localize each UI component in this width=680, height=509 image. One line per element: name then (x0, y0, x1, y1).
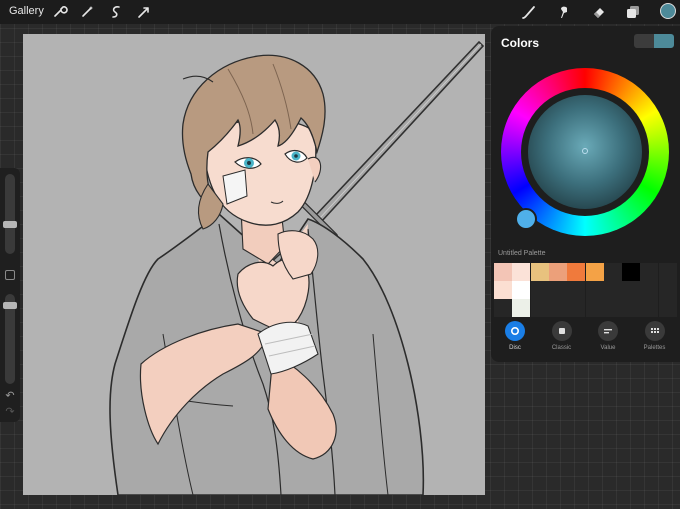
palette-swatch[interactable] (585, 299, 604, 317)
wrench-icon[interactable] (50, 3, 68, 21)
drawing-canvas[interactable] (23, 34, 485, 495)
tab-label: Value (600, 345, 616, 351)
opacity-slider-handle[interactable] (3, 302, 17, 310)
palette-swatch[interactable] (512, 299, 531, 317)
eraser-icon[interactable] (590, 3, 608, 21)
transform-icon[interactable] (135, 3, 153, 21)
layers-icon[interactable] (624, 3, 642, 21)
current-color-button[interactable] (660, 3, 676, 19)
palette-swatch[interactable] (494, 281, 512, 299)
disc-icon (505, 321, 525, 341)
secondary-color-swatch[interactable] (654, 34, 674, 48)
palette-swatch[interactable] (548, 263, 567, 281)
palette-swatch[interactable] (494, 263, 512, 281)
palette-swatch[interactable] (640, 263, 659, 281)
tab-value[interactable]: Value (585, 318, 631, 358)
tab-classic[interactable]: Classic (539, 318, 585, 358)
palette-swatch[interactable] (622, 263, 641, 281)
palette-swatch[interactable] (567, 263, 586, 281)
gallery-button[interactable]: Gallery (9, 5, 44, 17)
color-mode-tabs: Disc Classic Value Palettes (491, 318, 680, 358)
palette-swatch[interactable] (548, 281, 567, 299)
brush-icon[interactable] (520, 3, 538, 21)
palette-name: Untitled Palette (498, 250, 546, 257)
left-sidebar: ↶ ↷ (0, 168, 20, 422)
classic-square-icon (551, 321, 572, 341)
palette-swatch[interactable] (640, 299, 659, 317)
palettes-grid-icon (644, 321, 665, 341)
tab-label: Disc (509, 345, 521, 351)
saturation-marker[interactable] (582, 148, 588, 154)
brush-size-slider[interactable] (5, 174, 15, 254)
palette-swatch[interactable] (585, 281, 604, 299)
tab-palettes[interactable]: Palettes (632, 318, 678, 358)
palette-swatch[interactable] (603, 281, 622, 299)
selection-icon[interactable] (107, 3, 125, 21)
value-sliders-icon (598, 321, 618, 341)
primary-color-swatch[interactable] (634, 34, 654, 48)
palette-swatch[interactable] (567, 299, 586, 317)
palette-swatch[interactable] (567, 281, 586, 299)
palette-swatch[interactable] (603, 299, 622, 317)
magic-wand-icon[interactable] (78, 3, 96, 21)
tab-disc[interactable]: Disc (492, 318, 538, 358)
palette-swatch[interactable] (658, 281, 677, 299)
top-toolbar: Gallery (0, 0, 680, 24)
panel-title: Colors (501, 36, 540, 50)
redo-icon[interactable]: ↷ (4, 406, 16, 418)
palette-swatch[interactable] (530, 281, 549, 299)
palette-swatch[interactable] (603, 263, 622, 281)
tab-label: Classic (551, 345, 572, 351)
palette-swatch[interactable] (658, 263, 677, 281)
palette-swatch[interactable] (548, 299, 567, 317)
palette-swatch[interactable] (622, 281, 641, 299)
palette-swatch[interactable] (530, 263, 549, 281)
palette-swatch[interactable] (512, 263, 531, 281)
palette-swatches (494, 263, 677, 317)
palette-swatch[interactable] (494, 299, 512, 317)
palette-swatch[interactable] (530, 299, 549, 317)
primary-secondary-swatch[interactable] (634, 34, 674, 48)
artwork-illustration (109, 40, 485, 495)
brush-size-slider-handle[interactable] (3, 221, 17, 229)
color-disc[interactable] (501, 68, 669, 236)
modify-button[interactable] (5, 270, 15, 280)
colors-panel: Colors Untitled Palette Disc Classic Value… (491, 26, 680, 362)
undo-icon[interactable]: ↶ (4, 390, 16, 402)
tab-label: Palettes (643, 345, 666, 351)
palette-swatch[interactable] (658, 299, 677, 317)
smudge-icon[interactable] (555, 3, 573, 21)
palette-swatch[interactable] (585, 263, 604, 281)
palette-swatch[interactable] (640, 281, 659, 299)
hue-marker[interactable] (515, 208, 537, 230)
palette-swatch[interactable] (512, 281, 531, 299)
palette-swatch[interactable] (622, 299, 641, 317)
